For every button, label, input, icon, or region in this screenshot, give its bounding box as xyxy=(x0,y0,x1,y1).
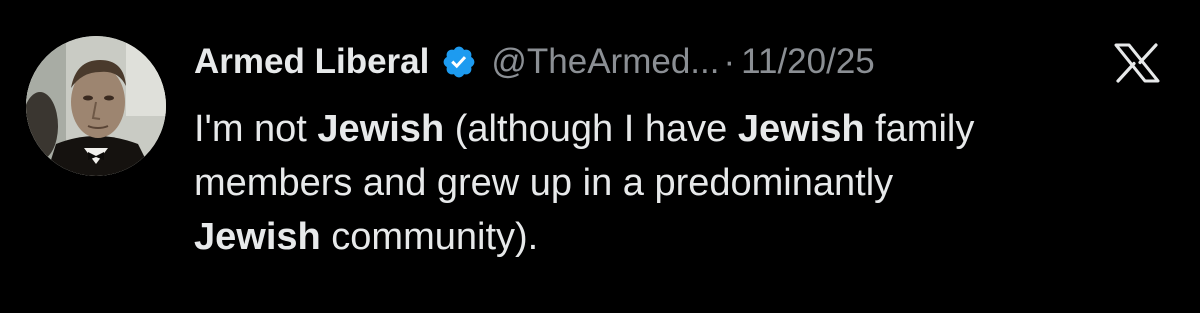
text-segment: members and grew up in a predominantly xyxy=(194,162,894,204)
x-logo-icon[interactable] xyxy=(1112,43,1162,83)
text-segment: I'm not xyxy=(194,108,318,150)
header-separator: · xyxy=(723,42,736,81)
tweet-text-line-3: Jewish community). xyxy=(194,210,1184,264)
text-segment: community). xyxy=(320,216,539,258)
profile-avatar[interactable] xyxy=(26,36,166,176)
author-handle[interactable]: @TheArmed... xyxy=(491,42,719,82)
author-display-name[interactable]: Armed Liberal xyxy=(194,42,429,82)
tweet-text-line-1: I'm not Jewish (although I have Jewish f… xyxy=(194,102,1184,156)
tweet-header: Armed Liberal @TheArmed... · 11/20/25 xyxy=(194,38,1174,86)
verified-badge-icon xyxy=(441,44,477,80)
tweet-text-line-2: members and grew up in a predominantly xyxy=(194,156,1184,210)
tweet-text: I'm not Jewish (although I have Jewish f… xyxy=(194,102,1184,264)
tweet-card: Armed Liberal @TheArmed... · 11/20/25 I'… xyxy=(0,0,1200,313)
tweet-date[interactable]: 11/20/25 xyxy=(741,42,875,82)
bold-segment: Jewish xyxy=(194,216,321,258)
avatar-image xyxy=(26,36,166,176)
text-segment: family xyxy=(864,108,975,150)
bold-segment: Jewish xyxy=(317,108,445,150)
bold-segment: Jewish xyxy=(737,108,865,150)
text-segment: (although I have xyxy=(444,108,738,150)
